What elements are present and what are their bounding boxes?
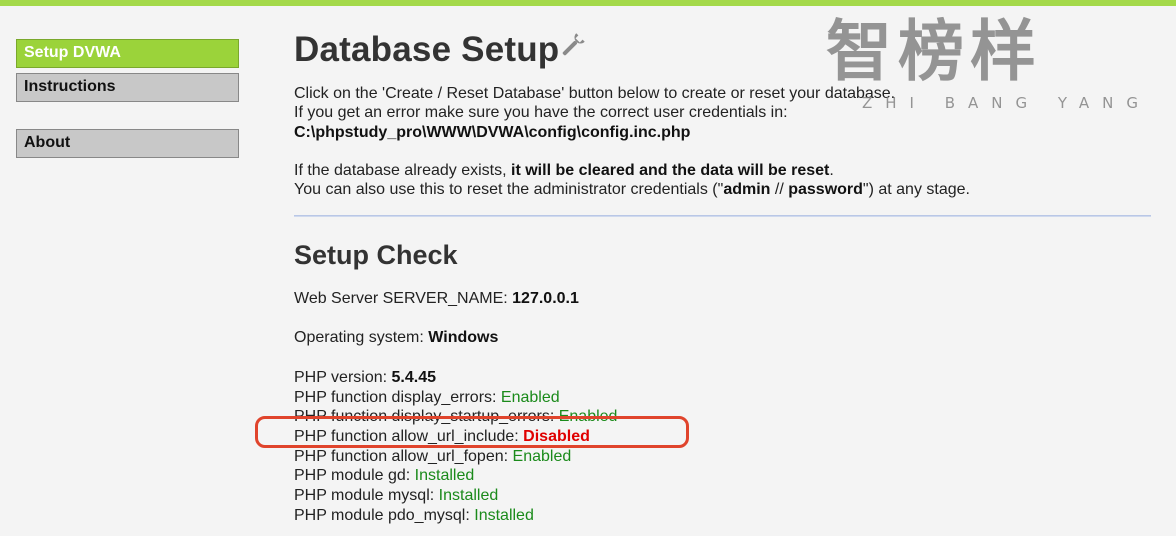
menu-item-setup-dvwa[interactable]: Setup DVWA <box>16 39 239 68</box>
server-name-value: 127.0.0.1 <box>512 290 579 307</box>
menu-item-about[interactable]: About <box>16 129 239 158</box>
top-accent-bar <box>0 0 1176 6</box>
warning-suffix: . <box>829 162 834 179</box>
check-row: PHP module mysql: Installed <box>294 486 498 505</box>
config-path: C:\phpstudy_pro\WWW\DVWA\config\config.i… <box>294 124 691 141</box>
server-name-row: Web Server SERVER_NAME: 127.0.0.1 <box>294 289 579 308</box>
watermark-pinyin: ZHI BANG YANG <box>862 94 1152 112</box>
php-version-row: PHP version: 5.4.45 <box>294 368 436 387</box>
check-label: PHP function display_startup_errors: <box>294 408 559 425</box>
reset-pass: password <box>788 181 863 198</box>
wrench-icon <box>558 32 586 65</box>
check-row: PHP function allow_url_include: Disabled <box>294 427 590 446</box>
check-label: PHP function display_errors: <box>294 389 501 406</box>
sidebar-menu: Setup DVWA Instructions About <box>16 39 239 163</box>
os-label: Operating system: <box>294 329 429 346</box>
warning-bold: it will be cleared and the data will be … <box>511 162 830 179</box>
check-row: PHP function display_errors: Enabled <box>294 388 560 407</box>
intro-line-1: Click on the 'Create / Reset Database' b… <box>294 85 896 102</box>
setup-check-heading: Setup Check <box>294 240 458 270</box>
reset-suffix: ") at any stage. <box>862 181 970 198</box>
php-version-value: 5.4.45 <box>391 369 437 386</box>
php-version-label: PHP version: <box>294 369 392 386</box>
reset-sep: // <box>770 181 789 198</box>
os-value: Windows <box>428 329 499 346</box>
reset-user: admin <box>723 181 771 198</box>
check-status: Enabled <box>558 408 618 425</box>
os-row: Operating system: Windows <box>294 328 498 347</box>
intro-line-2: If you get an error make sure you have t… <box>294 104 788 121</box>
reset-credentials-line: You can also use this to reset the admin… <box>294 180 970 199</box>
server-name-label: Web Server SERVER_NAME: <box>294 290 513 307</box>
check-row: PHP function allow_url_fopen: Enabled <box>294 447 571 466</box>
check-row: PHP function display_startup_errors: Ena… <box>294 407 617 426</box>
check-label: PHP function allow_url_include: <box>294 428 524 445</box>
check-status: Enabled <box>500 389 560 406</box>
check-row: PHP module gd: Installed <box>294 466 474 485</box>
check-status-disabled: Disabled <box>523 428 590 445</box>
menu-divider <box>16 107 239 129</box>
check-status: Enabled <box>512 448 572 465</box>
check-status: Installed <box>438 487 499 504</box>
check-status: Installed <box>474 507 534 524</box>
check-status: Installed <box>414 467 475 484</box>
warning-prefix: If the database already exists, <box>294 162 512 179</box>
section-divider <box>294 215 1151 217</box>
page-title: Database Setup <box>294 30 560 69</box>
check-label: PHP module gd: <box>294 467 415 484</box>
check-label: PHP function allow_url_fopen: <box>294 448 513 465</box>
check-label: PHP module pdo_mysql: <box>294 507 475 524</box>
check-label: PHP module mysql: <box>294 487 439 504</box>
warning-line: If the database already exists, it will … <box>294 161 834 180</box>
menu-item-instructions[interactable]: Instructions <box>16 73 239 102</box>
reset-prefix: You can also use this to reset the admin… <box>294 181 724 198</box>
watermark-chinese: 智榜样 <box>826 13 1042 90</box>
check-row: PHP module pdo_mysql: Installed <box>294 506 534 525</box>
